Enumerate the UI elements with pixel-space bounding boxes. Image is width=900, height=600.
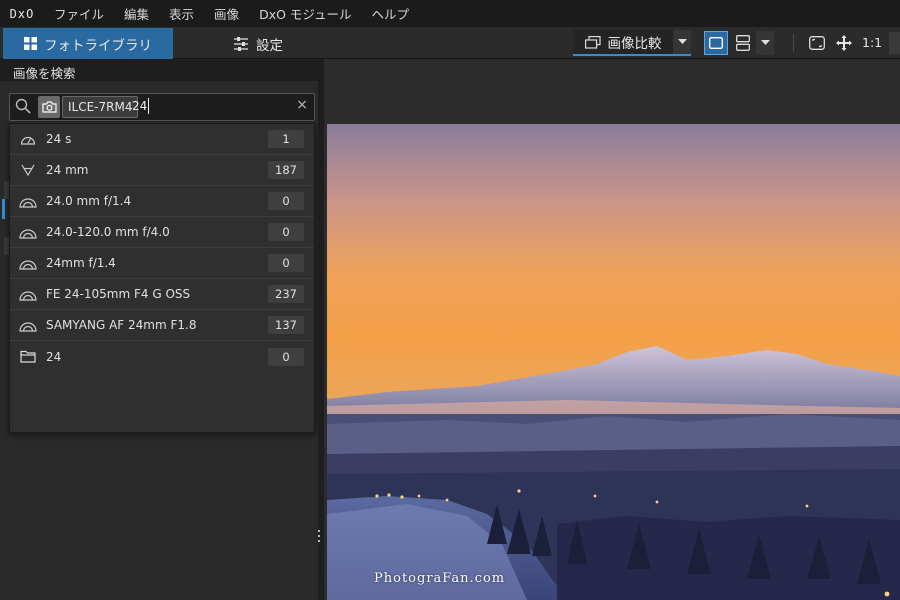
suggestion-item[interactable]: 24 s 1: [10, 124, 314, 155]
suggestion-count: 137: [268, 316, 304, 334]
compare-label: 画像比較: [607, 36, 662, 52]
landscape-photo[interactable]: PhotograFan.com: [327, 124, 900, 600]
sliders-icon: [233, 36, 249, 51]
menu-help[interactable]: ヘルプ: [362, 4, 420, 23]
suggestion-count: 0: [268, 192, 304, 210]
compare-dropdown-button[interactable]: [673, 30, 691, 54]
shutter-speed-icon: [10, 132, 46, 146]
zoom-100-button[interactable]: 1:1: [862, 35, 882, 50]
image-viewer: PhotograFan.com: [324, 59, 900, 600]
suggestion-item[interactable]: 24 0: [10, 341, 314, 372]
suggestion-count: 0: [268, 347, 304, 366]
menu-view[interactable]: 表示: [159, 4, 204, 23]
suggestion-label: SAMYANG AF 24mm F1.8: [46, 318, 197, 332]
move-tool-button[interactable]: [834, 33, 854, 53]
suggestion-count: 1: [268, 130, 304, 148]
camera-icon: [41, 101, 57, 113]
suggestion-item[interactable]: SAMYANG AF 24mm F1.8 137: [10, 310, 314, 341]
compare-button[interactable]: 画像比較: [573, 30, 673, 54]
menu-edit[interactable]: 編集: [114, 4, 159, 23]
toolbar-overflow: [889, 32, 900, 54]
suggestion-count: 0: [268, 223, 304, 241]
lens-icon: [10, 194, 46, 208]
lens-icon: [10, 256, 46, 270]
focal-length-icon: [10, 164, 46, 176]
split-view-icon: [736, 35, 750, 51]
text-caret: [148, 98, 149, 114]
photo-watermark: PhotograFan.com: [374, 571, 506, 586]
lens-icon: [10, 318, 46, 332]
single-view-icon: [709, 37, 723, 49]
search-query-text[interactable]: 24: [132, 99, 147, 113]
suggestion-count: 187: [268, 161, 304, 179]
clear-search-button[interactable]: ×: [296, 97, 308, 113]
suggestion-label: 24 mm: [46, 163, 89, 177]
compare-icon: [584, 35, 601, 49]
suggestion-item[interactable]: FE 24-105mm F4 G OSS 237: [10, 279, 314, 310]
suggestion-label: 24.0-120.0 mm f/4.0: [46, 225, 170, 239]
app-logo: DxO: [9, 6, 35, 21]
lens-icon: [10, 225, 46, 239]
search-suggestions: 24 s 1 24 mm 187 24.0 mm f/1.4 0 24.0-12…: [9, 123, 315, 433]
search-panel: 画像を検索 ILCE-7RM4 24 × 24 s 1 24 mm 187 24…: [0, 59, 318, 600]
fit-to-screen-button[interactable]: [807, 33, 827, 53]
single-view-button[interactable]: [704, 31, 728, 55]
folder-icon: [10, 350, 46, 363]
menu-dxo-modules[interactable]: DxO モジュール: [249, 4, 361, 23]
camera-filter-chip[interactable]: [38, 96, 60, 118]
grid-icon: [24, 37, 37, 50]
suggestion-label: 24mm f/1.4: [46, 256, 116, 270]
suggestion-label: 24: [46, 349, 62, 364]
suggestion-label: 24 s: [46, 132, 72, 146]
lens-icon: [10, 287, 46, 301]
suggestion-count: 0: [268, 254, 304, 272]
search-panel-title: 画像を検索: [0, 59, 318, 81]
suggestion-item[interactable]: 24 mm 187: [10, 155, 314, 186]
chevron-down-icon: [677, 39, 687, 44]
suggestion-item[interactable]: 24mm f/1.4 0: [10, 248, 314, 279]
photo-canvas: [327, 124, 900, 600]
menu-bar: DxO ファイル 編集 表示 画像 DxO モジュール ヘルプ: [0, 0, 900, 27]
tab-photo-library[interactable]: フォトライブラリ: [3, 28, 173, 59]
search-icon: [15, 98, 31, 118]
suggestion-label: 24.0 mm f/1.4: [46, 194, 132, 208]
suggestion-label: FE 24-105mm F4 G OSS: [46, 287, 191, 301]
fit-screen-icon: [809, 36, 825, 50]
suggestion-item[interactable]: 24.0 mm f/1.4 0: [10, 186, 314, 217]
menu-file[interactable]: ファイル: [44, 4, 114, 23]
view-dropdown-button[interactable]: [756, 31, 774, 55]
suggestion-count: 237: [268, 285, 304, 303]
suggestion-item[interactable]: 24.0-120.0 mm f/4.0 0: [10, 217, 314, 248]
chevron-down-icon: [760, 40, 770, 45]
move-icon: [836, 35, 852, 51]
menu-image[interactable]: 画像: [204, 4, 249, 23]
search-input[interactable]: ILCE-7RM4 24 ×: [9, 93, 315, 121]
compare-control: 画像比較: [573, 30, 691, 56]
toolbar-separator: [793, 34, 794, 52]
panel-resize-handle[interactable]: [317, 530, 321, 546]
tab-settings[interactable]: 設定: [173, 28, 343, 59]
panel-accent-marker: [2, 199, 5, 219]
camera-model-token[interactable]: ILCE-7RM4: [62, 96, 139, 118]
tab-photo-library-label: フォトライブラリ: [44, 37, 152, 54]
split-view-button[interactable]: [731, 31, 755, 55]
tab-settings-label: 設定: [256, 37, 283, 54]
toolbar: フォトライブラリ 設定 画像比較 1:1: [0, 27, 900, 59]
